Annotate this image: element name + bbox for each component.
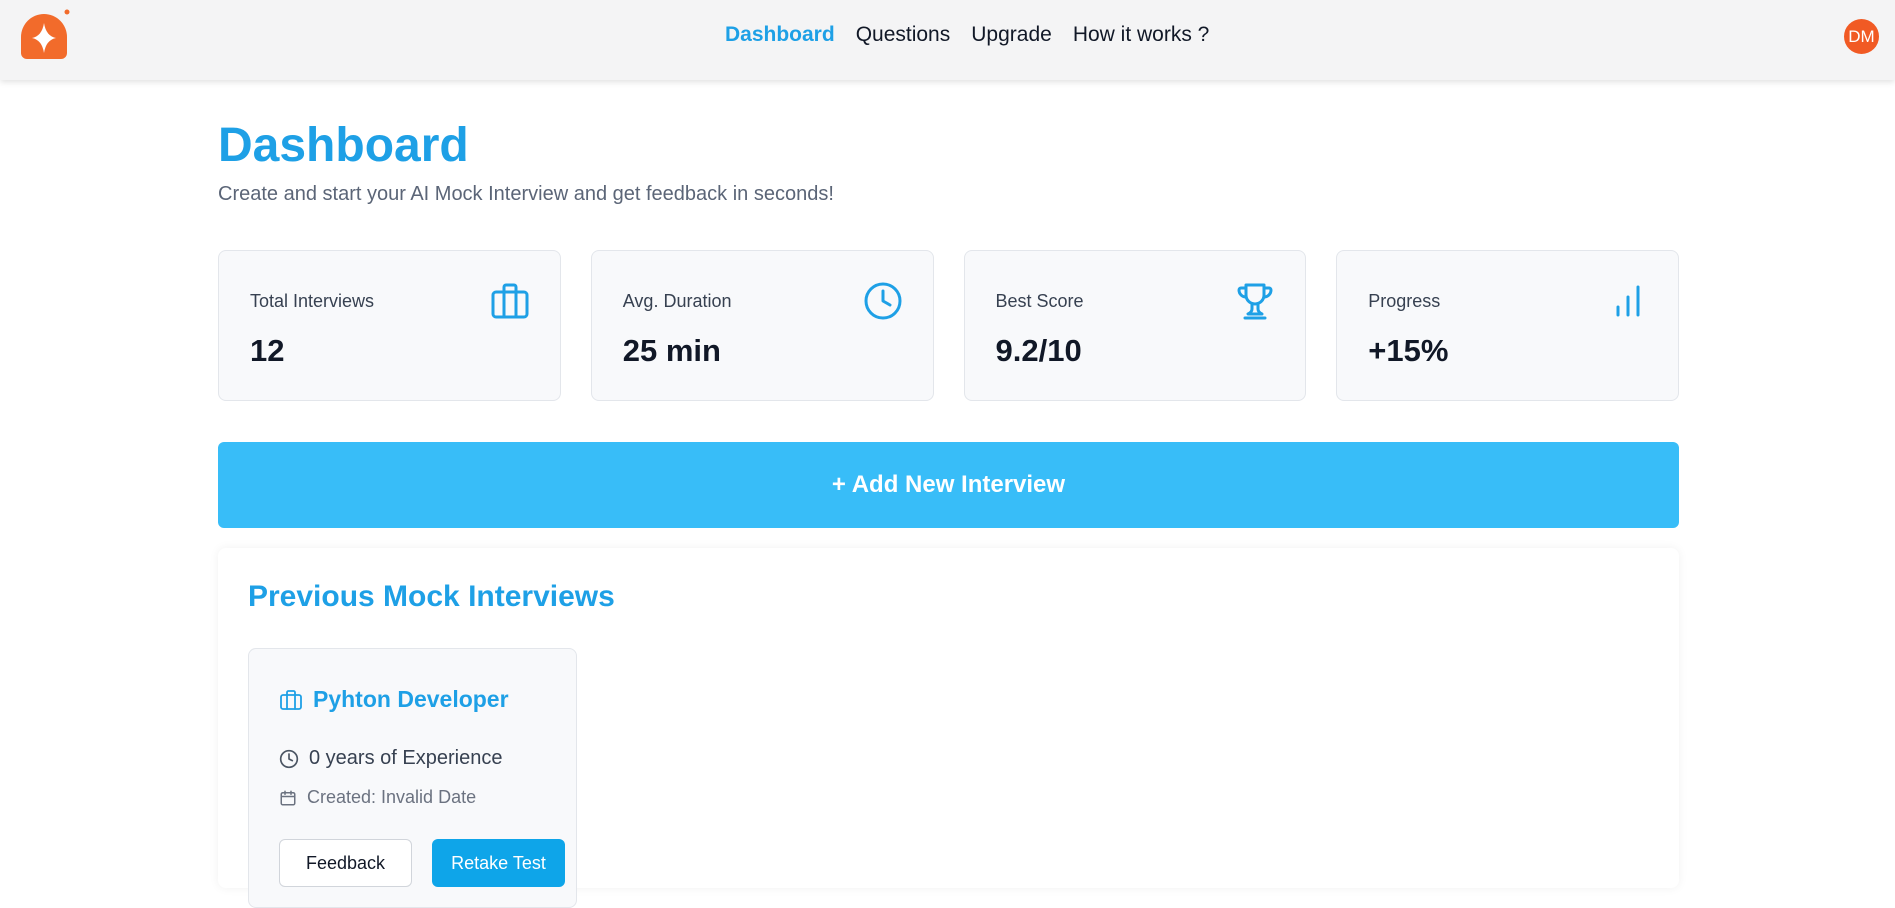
briefcase-icon: [490, 281, 530, 321]
bar-chart-icon: [1608, 281, 1648, 321]
add-new-interview-button[interactable]: + Add New Interview: [218, 442, 1679, 528]
app-logo[interactable]: [17, 9, 71, 62]
sparkle-logo-icon: [21, 9, 70, 59]
nav-item-dashboard[interactable]: Dashboard: [725, 23, 835, 47]
stat-card-best-score: Best Score 9.2/10: [963, 250, 1307, 401]
interview-card: Pyhton Developer 0 years of Experience C…: [248, 648, 577, 908]
page-title: Dashboard: [218, 119, 469, 172]
main-nav: Dashboard Questions Upgrade How it works…: [725, 0, 1230, 70]
stat-value: +15%: [1368, 333, 1449, 368]
nav-item-upgrade[interactable]: Upgrade: [971, 23, 1052, 47]
trophy-icon: [1235, 281, 1275, 321]
stats-row: Total Interviews 12 Avg. Duration 25 min…: [218, 250, 1679, 401]
interview-experience: 0 years of Experience: [279, 747, 502, 770]
stat-label: Best Score: [995, 291, 1084, 311]
stat-card-total-interviews: Total Interviews 12: [218, 250, 561, 401]
experience-text: 0 years of Experience: [309, 747, 503, 769]
clock-icon: [863, 281, 903, 321]
stat-label: Progress: [1368, 291, 1441, 311]
briefcase-icon: [279, 688, 303, 712]
interview-role: Pyhton Developer: [279, 686, 509, 713]
retake-test-button[interactable]: Retake Test: [432, 839, 565, 887]
stat-label: Total Interviews: [250, 291, 375, 311]
interview-created-date: Created: Invalid Date: [279, 787, 476, 808]
stat-value: 25 min: [622, 333, 721, 368]
nav-item-questions[interactable]: Questions: [856, 23, 951, 47]
stat-label: Avg. Duration: [622, 291, 732, 311]
stat-value: 12: [250, 333, 285, 368]
nav-item-how-it-works[interactable]: How it works ?: [1073, 23, 1210, 47]
stat-card-avg-duration: Avg. Duration 25 min: [590, 250, 934, 401]
stat-value: 9.2/10: [995, 333, 1082, 368]
feedback-button[interactable]: Feedback: [279, 839, 412, 887]
created-date-text: Created: Invalid Date: [307, 787, 477, 807]
user-avatar[interactable]: DM: [1844, 19, 1879, 54]
stat-card-progress: Progress +15%: [1336, 250, 1679, 401]
top-nav-bar: Dashboard Questions Upgrade How it works…: [0, 0, 1895, 80]
previous-interviews-title: Previous Mock Interviews: [248, 580, 615, 613]
previous-interviews-panel: Previous Mock Interviews Pyhton Develope…: [218, 548, 1679, 908]
calendar-icon: [279, 789, 297, 807]
clock-icon: [279, 749, 299, 769]
interview-role-title: Pyhton Developer: [313, 686, 509, 712]
page-subtitle: Create and start your AI Mock Interview …: [218, 183, 834, 205]
